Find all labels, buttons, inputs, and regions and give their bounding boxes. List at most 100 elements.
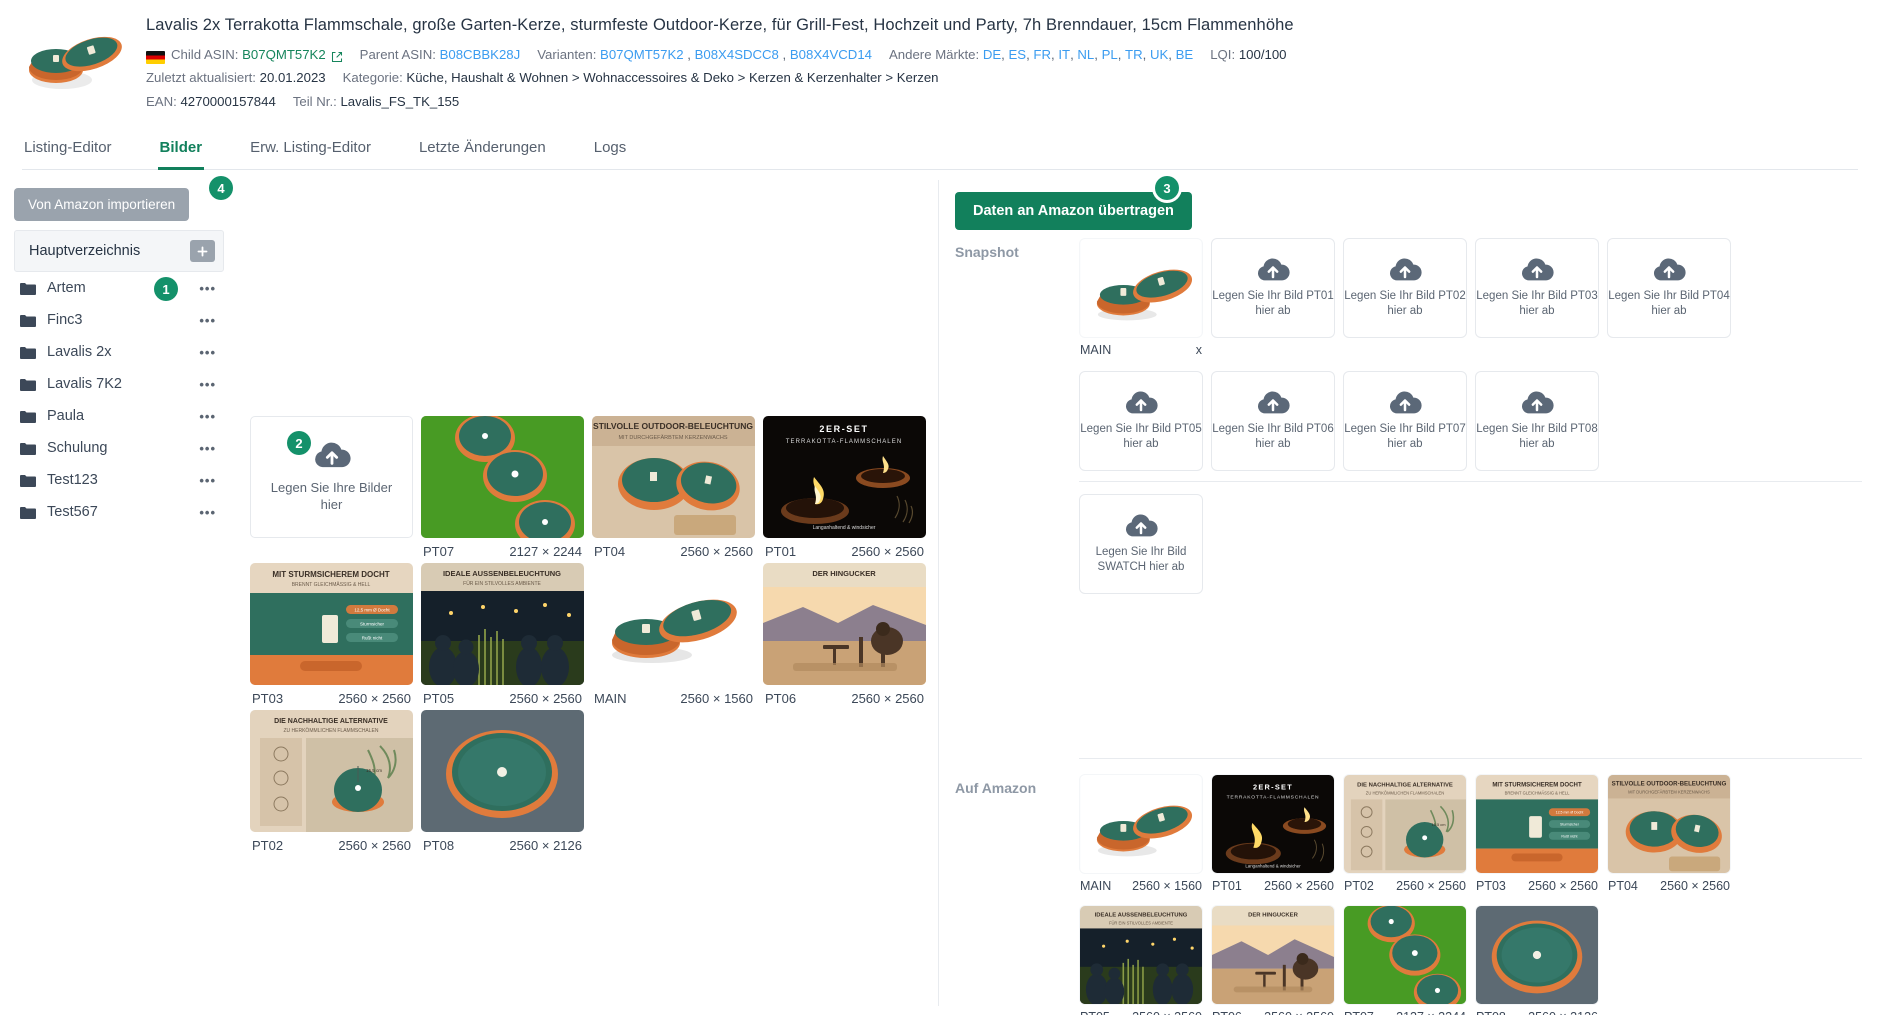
child-asin-link[interactable]: B07QMT57K2 xyxy=(242,45,326,65)
add-folder-icon[interactable] xyxy=(190,240,215,263)
on-amazon-thumbnail[interactable] xyxy=(1343,905,1467,1006)
on-amazon-thumbnail[interactable]: STILVOLLE OUTDOOR-BELEUCHTUNG MIT DURCHG… xyxy=(1607,774,1731,875)
folder-item-paula[interactable]: Paula ••• xyxy=(14,400,224,432)
image-cell-pt04: STILVOLLE OUTDOOR-BELEUCHTUNG MIT DURCHG… xyxy=(592,416,755,559)
snapshot-dropzone-pt08[interactable]: Legen Sie Ihr Bild PT08 hier ab xyxy=(1475,371,1599,472)
tab-logs[interactable]: Logs xyxy=(592,130,629,170)
tab-erw-listing-editor[interactable]: Erw. Listing-Editor xyxy=(248,130,373,170)
market-link-es[interactable]: ES xyxy=(1008,45,1026,65)
on-amazon-caption: PT06 2560 × 2560 xyxy=(1211,1005,1335,1015)
folder-item-lavalis-7k2[interactable]: Lavalis 7K2 ••• xyxy=(14,368,224,400)
snapshot-dropzone-swatch[interactable]: Legen Sie Ihr Bild SWATCH hier ab xyxy=(1079,494,1203,595)
snapshot-cell-pt02: Legen Sie Ihr Bild PT02 hier ab xyxy=(1343,238,1467,357)
upload-cloud-icon xyxy=(1521,258,1554,280)
upload-cloud-icon xyxy=(1257,391,1290,413)
image-art-grass-bowls xyxy=(421,416,584,539)
image-dropzone[interactable]: 2 Legen Sie Ihre Bilder hier xyxy=(250,416,413,539)
snapshot-dropzone-pt03[interactable]: Legen Sie Ihr Bild PT03 hier ab xyxy=(1475,238,1599,339)
snapshot-image-main[interactable] xyxy=(1079,238,1203,339)
folder-label: Artem xyxy=(47,280,86,297)
svg-text:MIT DURCHGEFÄRBTEM KERZENWACHS: MIT DURCHGEFÄRBTEM KERZENWACHS xyxy=(618,434,727,441)
asin-meta-row: Child ASIN: B07QMT57K2 Parent ASIN: B08C… xyxy=(146,45,1858,65)
image-thumbnail[interactable] xyxy=(592,563,755,686)
snapshot-dropzone-pt06[interactable]: Legen Sie Ihr Bild PT06 hier ab xyxy=(1211,371,1335,472)
market-link-tr[interactable]: TR xyxy=(1125,45,1143,65)
image-art-nachhaltige-alternative: DIE NACHHALTIGE ALTERNATIVE ZU HERKÖMMLI… xyxy=(250,710,413,833)
folder-menu-icon[interactable]: ••• xyxy=(199,441,216,456)
folder-icon xyxy=(20,410,36,423)
badge-2: 2 xyxy=(287,431,311,456)
folder-menu-icon[interactable]: ••• xyxy=(199,313,216,328)
folder-menu-icon[interactable]: ••• xyxy=(199,505,216,520)
push-to-amazon-button[interactable]: Daten an Amazon übertragen xyxy=(955,192,1192,231)
left-panel: Von Amazon importieren 4 Hauptverzeichni… xyxy=(0,170,938,1006)
snapshot-dropzone-pt05[interactable]: Legen Sie Ihr Bild PT05 hier ab xyxy=(1079,371,1203,472)
snapshot-slots: MAIN x Legen Sie Ihr Bild PT01 hier ab L… xyxy=(1079,238,1862,604)
folder-item-lavalis-2x[interactable]: Lavalis 2x ••• xyxy=(14,336,224,368)
snapshot-dropzone-pt02[interactable]: Legen Sie Ihr Bild PT02 hier ab xyxy=(1343,238,1467,339)
on-amazon-row: MAIN 2560 × 1560 2ER-SET TERRAKOTTA-FLAM… xyxy=(1079,774,1862,893)
market-link-fr[interactable]: FR xyxy=(1033,45,1051,65)
variant-link-2[interactable]: B08X4SDCC8 xyxy=(695,45,779,65)
snapshot-dropzone-pt07[interactable]: Legen Sie Ihr Bild PT07 hier ab xyxy=(1343,371,1467,472)
folder-menu-icon[interactable]: ••• xyxy=(199,473,216,488)
market-link-nl[interactable]: NL xyxy=(1077,45,1094,65)
tree-root-item[interactable]: Hauptverzeichnis xyxy=(14,230,224,273)
on-amazon-thumbnail[interactable]: IDEALE AUSSENBELEUCHTUNG FÜR EIN STILVOL… xyxy=(1079,905,1203,1006)
folder-menu-icon[interactable]: ••• xyxy=(199,377,216,392)
snapshot-dropzone-label: Legen Sie Ihr Bild PT08 hier ab xyxy=(1476,422,1598,451)
svg-text:Langanhaltend & windsicher: Langanhaltend & windsicher xyxy=(813,525,876,531)
folder-item-test123[interactable]: Test123 ••• xyxy=(14,464,224,496)
image-thumbnail[interactable] xyxy=(421,710,584,833)
snapshot-dropzone-pt04[interactable]: Legen Sie Ihr Bild PT04 hier ab xyxy=(1607,238,1731,339)
market-link-be[interactable]: BE xyxy=(1176,45,1194,65)
import-from-amazon-button[interactable]: Von Amazon importieren xyxy=(14,188,190,222)
image-name: MAIN xyxy=(594,691,627,707)
image-thumbnail[interactable]: IDEALE AUSSENBELEUCHTUNG FÜR EIN STILVOL… xyxy=(421,563,584,686)
folder-item-artem[interactable]: Artem ••• xyxy=(14,272,224,304)
on-amazon-thumbnail[interactable]: DER HINGUCKER xyxy=(1211,905,1335,1006)
image-thumbnail[interactable]: STILVOLLE OUTDOOR-BELEUCHTUNG MIT DURCHG… xyxy=(592,416,755,539)
variant-link-3[interactable]: B08X4VCD14 xyxy=(790,45,872,65)
tab-bilder[interactable]: Bilder xyxy=(157,130,205,171)
on-amazon-caption: PT05 2560 × 2560 xyxy=(1079,1005,1203,1015)
folder-menu-icon[interactable]: ••• xyxy=(199,409,216,424)
folder-item-finc3[interactable]: Finc3 ••• xyxy=(14,304,224,336)
market-link-de[interactable]: DE xyxy=(983,45,1001,65)
image-thumbnail[interactable]: 2ER-SET TERRAKOTTA-FLAMMSCHALEN Langanha… xyxy=(763,416,926,539)
on-amazon-thumbnail[interactable]: MIT STURMSICHEREM DOCHT BRENNT GLEICHMÄS… xyxy=(1475,774,1599,875)
folder-item-test567[interactable]: Test567 ••• xyxy=(14,496,224,528)
svg-text:FÜR EIN STILVOLLES AMBIENTE: FÜR EIN STILVOLLES AMBIENTE xyxy=(1109,921,1173,926)
market-link-pl[interactable]: PL xyxy=(1102,45,1118,65)
on-amazon-thumbnail[interactable] xyxy=(1079,774,1203,875)
external-link-icon[interactable] xyxy=(331,51,343,63)
snapshot-dropzone-pt01[interactable]: Legen Sie Ihr Bild PT01 hier ab xyxy=(1211,238,1335,339)
market-link-uk[interactable]: UK xyxy=(1150,45,1168,65)
variant-link-1[interactable]: B07QMT57K2 xyxy=(600,45,684,65)
images-page: Lavalis 2x Terrakotta Flammschale, große… xyxy=(0,0,1880,1015)
image-art-zer-set-dark: 2ER-SET TERRAKOTTA-FLAMMSCHALEN Langanha… xyxy=(763,416,926,539)
market-link-it[interactable]: IT xyxy=(1058,45,1070,65)
image-grid-row: 2 Legen Sie Ihre Bilder hier PT07 2127 ×… xyxy=(250,416,930,559)
image-thumbnail[interactable] xyxy=(421,416,584,539)
image-thumbnail[interactable]: DIE NACHHALTIGE ALTERNATIVE ZU HERKÖMMLI… xyxy=(250,710,413,833)
on-amazon-thumbnail[interactable]: DIE NACHHALTIGE ALTERNATIVE ZU HERKÖMMLI… xyxy=(1343,774,1467,875)
upload-cloud-icon xyxy=(1521,391,1554,413)
image-thumbnail[interactable]: DER HINGUCKER xyxy=(763,563,926,686)
updated-label: Zuletzt aktualisiert: xyxy=(146,70,256,86)
snapshot-dropzone-label: Legen Sie Ihr Bild PT01 hier ab xyxy=(1212,289,1334,318)
svg-text:MIT DURCHGEFÄRBTEM KERZENWACHS: MIT DURCHGEFÄRBTEM KERZENWACHS xyxy=(1628,790,1710,795)
tab-listing-editor[interactable]: Listing-Editor xyxy=(22,130,114,170)
folder-menu-icon[interactable]: ••• xyxy=(199,345,216,360)
on-amazon-items: MAIN 2560 × 1560 2ER-SET TERRAKOTTA-FLAM… xyxy=(1079,774,1862,1015)
tab-letzte-aenderungen[interactable]: Letzte Änderungen xyxy=(417,130,548,170)
parent-asin-link[interactable]: B08CBBK28J xyxy=(440,45,521,65)
snapshot-remove-button[interactable]: x xyxy=(1196,343,1202,357)
on-amazon-thumbnail[interactable] xyxy=(1475,905,1599,1006)
on-amazon-thumbnail[interactable]: 2ER-SET TERRAKOTTA-FLAMMSCHALEN Langanha… xyxy=(1211,774,1335,875)
folder-menu-icon[interactable]: ••• xyxy=(199,281,216,296)
on-amazon-caption: PT04 2560 × 2560 xyxy=(1607,874,1731,893)
image-thumbnail[interactable]: MIT STURMSICHEREM DOCHT BRENNT GLEICHMÄS… xyxy=(250,563,413,686)
folder-item-schulung[interactable]: Schulung ••• xyxy=(14,432,224,464)
on-amazon-image-name: PT07 xyxy=(1344,1010,1374,1015)
